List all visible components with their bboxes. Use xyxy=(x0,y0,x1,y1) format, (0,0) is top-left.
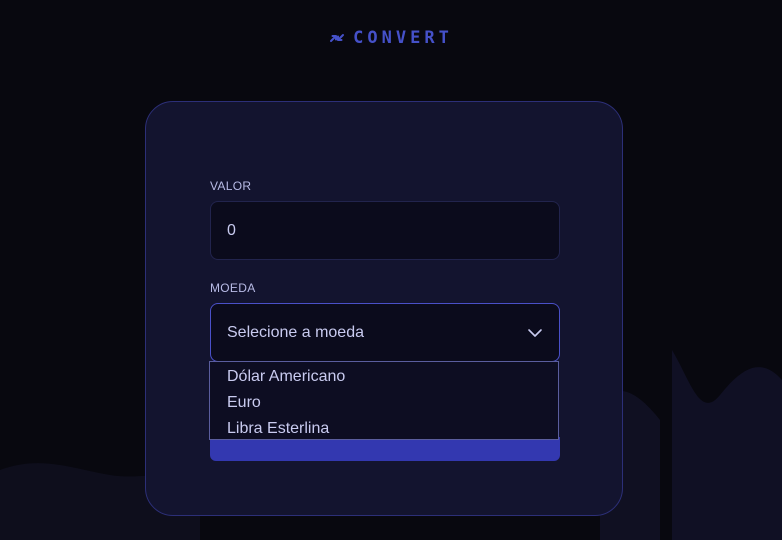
value-label: VALOR xyxy=(210,179,252,193)
app-screen: CONVERT VALOR MOEDA Selecione a moeda Dó… xyxy=(0,0,782,540)
chevron-down-icon xyxy=(528,328,542,337)
arrows-exchange-icon xyxy=(330,34,345,42)
currency-select[interactable]: Selecione a moeda xyxy=(210,303,560,362)
converter-card: VALOR MOEDA Selecione a moeda xyxy=(145,101,623,516)
currency-select-value: Selecione a moeda xyxy=(227,323,364,341)
brand-name: CONVERT xyxy=(353,28,453,48)
currency-label: MOEDA xyxy=(210,281,256,295)
value-input[interactable] xyxy=(210,201,560,260)
currency-option-gbp[interactable]: Libra Esterlina xyxy=(210,416,558,442)
currency-option-usd[interactable]: Dólar Americano xyxy=(210,364,558,390)
currency-dropdown: Dólar Americano Euro Libra Esterlina xyxy=(209,361,559,440)
brand-logo: CONVERT xyxy=(0,28,782,48)
currency-option-eur[interactable]: Euro xyxy=(210,390,558,416)
